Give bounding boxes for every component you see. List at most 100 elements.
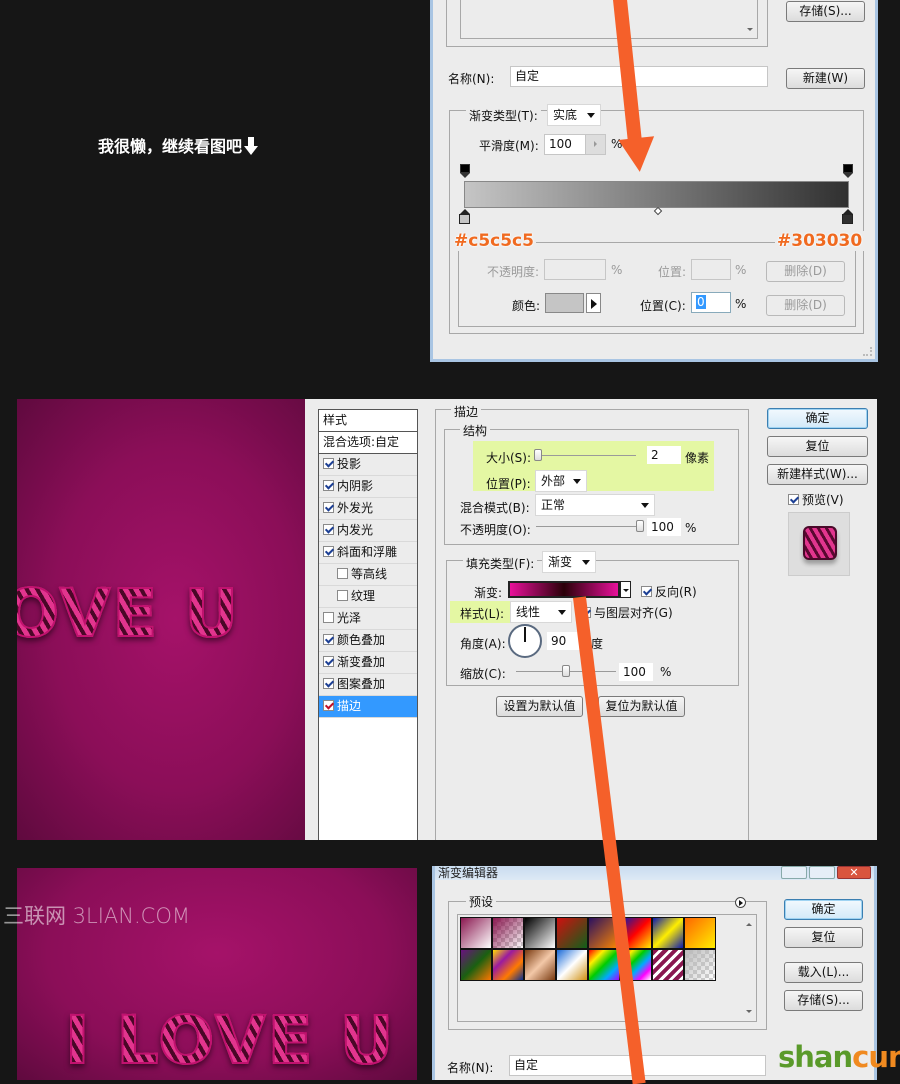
style-item[interactable]: 等高线 xyxy=(319,564,417,586)
gradient-preset-swatch[interactable] xyxy=(524,917,556,949)
style-item[interactable]: 颜色叠加 xyxy=(319,630,417,652)
opacity-position-label: 位置: xyxy=(658,265,687,279)
reset-default-button[interactable]: 复位为默认值 xyxy=(598,696,685,717)
checkbox-icon[interactable] xyxy=(323,678,334,689)
gradient-picker[interactable] xyxy=(508,581,620,598)
checkbox-icon[interactable] xyxy=(323,480,334,491)
size-input[interactable]: 2 xyxy=(646,445,682,465)
style-item[interactable]: 纹理 xyxy=(319,586,417,608)
presets-scroll-area[interactable] xyxy=(460,0,758,39)
position-select[interactable]: 外部 xyxy=(535,470,587,492)
gradient-preset-swatch[interactable] xyxy=(460,949,492,981)
style-item[interactable]: 描边 xyxy=(319,696,417,718)
load-button[interactable]: 载入(L)... xyxy=(784,962,863,983)
align-with-layer-checkbox[interactable]: 与图层对齐(G) xyxy=(580,604,673,621)
delete-color-stop-button[interactable]: 删除(D) xyxy=(766,295,845,316)
preview-checkbox[interactable]: 预览(V) xyxy=(788,491,844,508)
gradient-preset-swatch[interactable] xyxy=(524,949,556,981)
size-slider[interactable] xyxy=(536,455,636,456)
gradient-type-select[interactable]: 实底 xyxy=(547,104,601,126)
maximize-button[interactable] xyxy=(809,866,835,879)
name-input[interactable]: 自定 xyxy=(510,66,768,87)
checkbox-icon[interactable] xyxy=(323,458,334,469)
scroll-down-icon[interactable] xyxy=(747,28,753,31)
angle-needle xyxy=(524,627,526,642)
scroll-down-icon[interactable] xyxy=(746,1010,752,1013)
opacity-stop-left[interactable] xyxy=(460,164,470,178)
smoothness-stepper[interactable] xyxy=(585,135,605,154)
color-swatch[interactable] xyxy=(545,293,584,313)
gradient-preset-swatch[interactable] xyxy=(492,949,524,981)
set-default-button[interactable]: 设置为默认值 xyxy=(496,696,583,717)
reverse-checkbox[interactable]: 反向(R) xyxy=(641,583,697,600)
save-button[interactable]: 存储(S)... xyxy=(786,1,865,22)
gradient-preset-swatch[interactable] xyxy=(652,949,684,981)
new-style-button[interactable]: 新建样式(W)... xyxy=(767,464,868,485)
style-item[interactable]: 光泽 xyxy=(319,608,417,630)
checkbox-icon[interactable] xyxy=(323,524,334,535)
checkbox-icon[interactable] xyxy=(337,568,348,579)
opacity-input[interactable] xyxy=(544,259,606,280)
blend-options-item[interactable]: 混合选项:自定 xyxy=(319,432,417,454)
save-button[interactable]: 存储(S)... xyxy=(784,990,863,1011)
styles-header[interactable]: 样式 xyxy=(319,410,417,432)
reset-button[interactable]: 复位 xyxy=(767,436,868,457)
ok-button[interactable]: 确定 xyxy=(767,408,868,429)
scale-input[interactable]: 100 xyxy=(618,662,654,682)
gradient-preset-swatch[interactable] xyxy=(652,917,684,949)
opacity-slider-thumb[interactable] xyxy=(636,520,644,532)
angle-dial[interactable] xyxy=(508,624,542,658)
reset-button[interactable]: 复位 xyxy=(784,927,863,948)
gradient-label: 渐变: xyxy=(474,586,503,600)
checkbox-icon[interactable] xyxy=(323,612,334,623)
delete-opacity-stop-button[interactable]: 删除(D) xyxy=(766,261,845,282)
opacity-slider[interactable] xyxy=(536,526,640,527)
checkbox-icon[interactable] xyxy=(323,546,334,557)
reverse-label: 反向(R) xyxy=(655,585,697,599)
style-select[interactable]: 线性 xyxy=(510,601,572,623)
size-slider-thumb[interactable] xyxy=(534,449,542,461)
color-stop-right[interactable] xyxy=(842,209,853,225)
checkbox-icon xyxy=(641,586,652,597)
style-item[interactable]: 内发光 xyxy=(319,520,417,542)
gradient-preset-swatch[interactable] xyxy=(556,949,588,981)
color-stop-left[interactable] xyxy=(459,209,470,225)
checkbox-icon[interactable] xyxy=(323,634,334,645)
style-item[interactable]: 斜面和浮雕 xyxy=(319,542,417,564)
color-menu-button[interactable] xyxy=(586,293,601,313)
gradient-preset-swatch[interactable] xyxy=(556,917,588,949)
gradient-dropdown-button[interactable] xyxy=(620,581,631,598)
scale-slider-thumb[interactable] xyxy=(562,665,570,677)
checkbox-icon[interactable] xyxy=(323,656,334,667)
color-position-input[interactable]: 0 xyxy=(691,292,731,313)
gradient-preset-swatch[interactable] xyxy=(684,917,716,949)
chevron-down-icon xyxy=(582,560,590,565)
style-item[interactable]: 图案叠加 xyxy=(319,674,417,696)
opacity-stop-right[interactable] xyxy=(843,164,853,178)
style-item[interactable]: 外发光 xyxy=(319,498,417,520)
blend-mode-select[interactable]: 正常 xyxy=(535,494,655,516)
scroll-up-icon[interactable] xyxy=(746,923,752,926)
checkbox-icon[interactable] xyxy=(337,590,348,601)
minimize-button[interactable] xyxy=(781,866,807,879)
gradient-preset-swatch[interactable] xyxy=(492,917,524,949)
ok-button[interactable]: 确定 xyxy=(784,899,863,920)
checkbox-icon[interactable] xyxy=(323,700,334,711)
style-item[interactable]: 内阴影 xyxy=(319,476,417,498)
checkbox-icon[interactable] xyxy=(323,502,334,513)
gradient-preview-bar[interactable] xyxy=(464,181,849,208)
new-button[interactable]: 新建(W) xyxy=(786,68,865,89)
opacity-position-input[interactable] xyxy=(691,259,731,280)
gradient-preset-swatch[interactable] xyxy=(684,949,716,981)
style-item[interactable]: 投影 xyxy=(319,454,417,476)
opacity-input[interactable]: 100 xyxy=(646,517,682,537)
resize-grip[interactable] xyxy=(863,347,872,356)
gradient-preset-swatch[interactable] xyxy=(588,949,620,981)
presets-menu-button[interactable] xyxy=(735,897,746,908)
gradient-preset-swatch[interactable] xyxy=(460,917,492,949)
style-item[interactable]: 渐变叠加 xyxy=(319,652,417,674)
presets-grid xyxy=(457,914,757,1022)
title-bar: 渐变编辑器 ✕ xyxy=(435,866,874,880)
fill-type-select[interactable]: 渐变 xyxy=(542,551,596,573)
close-button[interactable]: ✕ xyxy=(837,866,871,879)
